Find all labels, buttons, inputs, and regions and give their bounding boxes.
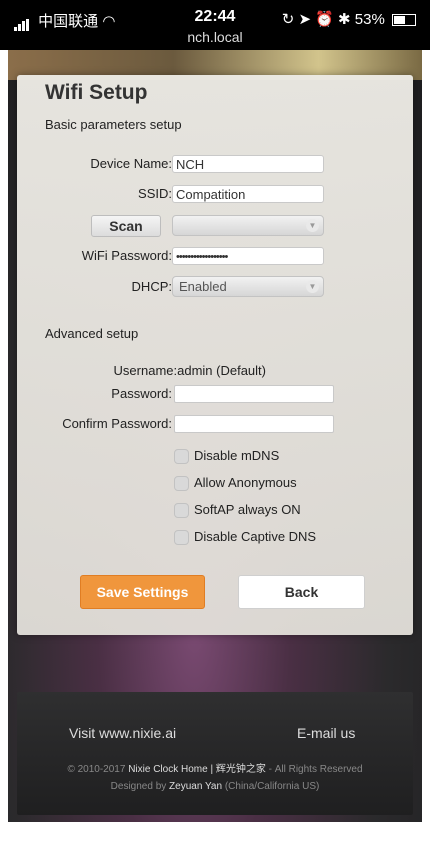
softap-always-on-label: SoftAP always ON — [194, 502, 301, 517]
designer-credit: Designed by Zeyuan Yan (China/California… — [17, 781, 413, 792]
wifi-password-field[interactable]: •••••••••••••••••• — [172, 247, 324, 265]
device-name-label: Device Name: — [90, 156, 172, 171]
scan-button[interactable]: Scan — [91, 215, 161, 237]
copyright-suffix: - All Rights Reserved — [268, 764, 363, 775]
softap-always-on-checkbox[interactable] — [174, 503, 189, 519]
footer: Visit www.nixie.ai E-mail us © 2010-2017… — [17, 692, 413, 815]
alarm-icon: ⏰ — [315, 11, 334, 28]
copyright-site-link[interactable]: Nixie Clock Home | 辉光钟之家 — [128, 764, 266, 775]
location-icon: ➤ — [298, 11, 312, 28]
disable-mdns-label: Disable mDNS — [194, 448, 280, 463]
username-text: Username:admin (Default) — [113, 363, 266, 378]
designer-name: Zeyuan Yan — [169, 781, 223, 792]
disable-captive-dns-label: Disable Captive DNS — [194, 529, 317, 544]
bluetooth-icon: ✱ — [338, 11, 351, 28]
save-settings-button[interactable]: Save Settings — [80, 575, 205, 609]
page-bottom — [0, 822, 430, 849]
disable-captive-dns-checkbox[interactable] — [174, 530, 189, 546]
url-bar[interactable]: nch.local — [0, 29, 430, 45]
ssid-field[interactable]: Compatition — [172, 185, 324, 203]
designed-by-prefix: Designed by — [110, 781, 167, 792]
disable-mdns-option[interactable]: Disable mDNS — [174, 447, 279, 465]
dhcp-select-value: Enabled — [179, 279, 227, 294]
allow-anonymous-checkbox[interactable] — [174, 476, 189, 492]
lock-rotation-icon: ↻ — [281, 11, 295, 28]
chevron-down-icon: ▼ — [306, 280, 319, 293]
wifi-password-label: WiFi Password: — [81, 248, 172, 263]
confirm-password-field[interactable] — [174, 415, 334, 433]
copyright-text: © 2010-2017 Nixie Clock Home | 辉光钟之家 - A… — [17, 760, 413, 775]
disable-captive-dns-option[interactable]: Disable Captive DNS — [174, 528, 316, 546]
section-advanced-title: Advanced setup — [45, 326, 139, 341]
confirm-password-label: Confirm Password: — [62, 416, 172, 431]
back-button[interactable]: Back — [238, 575, 365, 609]
chevron-down-icon: ▼ — [306, 219, 319, 232]
section-basic-title: Basic parameters setup — [45, 117, 182, 132]
scan-results-select[interactable]: ▼ — [172, 215, 324, 236]
allow-anonymous-label: Allow Anonymous — [194, 475, 297, 490]
visit-website-link[interactable]: Visit www.nixie.ai — [69, 725, 176, 741]
admin-password-label: Password: — [111, 386, 172, 401]
dhcp-select[interactable]: Enabled ▼ — [172, 276, 324, 297]
status-bar: 中国联通 ◠ 22:44 nch.local ↻ ➤ ⏰ ✱ 53% — [0, 0, 430, 50]
wifi-setup-panel: Wifi Setup Basic parameters setup Device… — [17, 75, 413, 635]
battery-icon — [392, 14, 416, 27]
status-icons: ↻ ➤ ⏰ ✱ 53% — [282, 10, 416, 28]
page-title: Wifi Setup — [45, 81, 148, 104]
device-name-field[interactable]: NCH — [172, 155, 324, 173]
admin-password-field[interactable] — [174, 385, 334, 403]
dhcp-label: DHCP: — [131, 279, 172, 294]
softap-always-on-option[interactable]: SoftAP always ON — [174, 501, 301, 519]
ssid-label: SSID: — [138, 186, 172, 201]
designer-location: (China/California US) — [224, 781, 320, 792]
disable-mdns-checkbox[interactable] — [174, 449, 189, 465]
email-us-link[interactable]: E-mail us — [297, 725, 355, 741]
copyright-prefix: © 2010-2017 — [67, 764, 126, 775]
allow-anonymous-option[interactable]: Allow Anonymous — [174, 474, 297, 492]
battery-percent: 53% — [354, 11, 385, 28]
